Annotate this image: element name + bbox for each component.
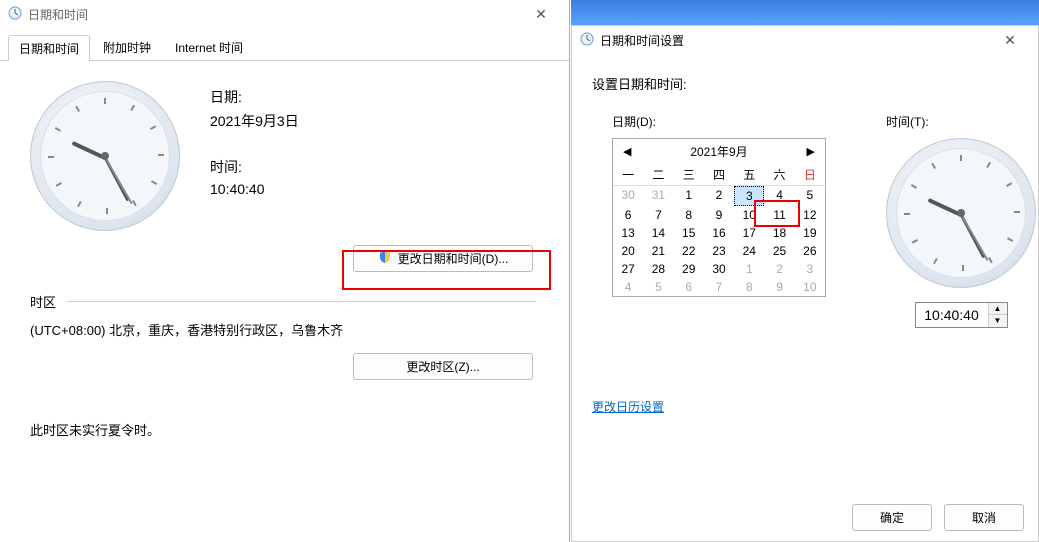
cal-weekday: 三 xyxy=(674,164,704,186)
cal-day[interactable]: 10 xyxy=(795,278,825,296)
time-picker-label: 时间(T): xyxy=(886,113,1036,130)
tabs: 日期和时间 附加时钟 Internet 时间 xyxy=(0,28,569,61)
timezone-value: (UTC+08:00) 北京，重庆，香港特别行政区，乌鲁木齐 xyxy=(30,320,539,339)
tab-internet-time[interactable]: Internet 时间 xyxy=(164,34,254,60)
cal-day[interactable]: 24 xyxy=(734,242,764,260)
cal-day[interactable]: 3 xyxy=(795,260,825,278)
cal-day[interactable]: 1 xyxy=(674,186,704,206)
cal-day[interactable]: 17 xyxy=(734,224,764,242)
cal-day[interactable]: 4 xyxy=(764,186,794,206)
cal-weekday: 六 xyxy=(764,164,794,186)
tab-content: 日期: 2021年9月3日 时间: 10:40:40 更改日期和时间(D)...… xyxy=(0,61,569,459)
settings-heading: 设置日期和时间: xyxy=(592,74,1018,93)
cal-day[interactable]: 26 xyxy=(795,242,825,260)
ok-button[interactable]: 确定 xyxy=(852,504,932,531)
dst-note: 此时区未实行夏令时。 xyxy=(30,420,539,439)
cal-day[interactable]: 16 xyxy=(704,224,734,242)
calendar: ◀ 2021年9月 ▶ 一二三四五六日 30311234567891011121… xyxy=(612,138,826,297)
divider xyxy=(67,301,536,302)
cal-day[interactable]: 2 xyxy=(764,260,794,278)
date-label: 日期: xyxy=(210,87,299,107)
cal-weekday: 四 xyxy=(704,164,734,186)
cal-day[interactable]: 22 xyxy=(674,242,704,260)
settings-close-button[interactable]: ✕ xyxy=(990,32,1030,49)
cal-day[interactable]: 18 xyxy=(764,224,794,242)
close-button[interactable]: ✕ xyxy=(521,6,561,23)
cal-day[interactable]: 1 xyxy=(734,260,764,278)
change-date-time-button[interactable]: 更改日期和时间(D)... xyxy=(353,245,533,272)
cal-day[interactable]: 9 xyxy=(764,278,794,296)
analog-clock-settings xyxy=(886,138,1036,288)
cal-day[interactable]: 28 xyxy=(643,260,673,278)
cal-day[interactable]: 9 xyxy=(704,206,734,224)
cal-day[interactable]: 23 xyxy=(704,242,734,260)
cal-day[interactable]: 13 xyxy=(613,224,643,242)
cal-day[interactable]: 20 xyxy=(613,242,643,260)
time-spin-up[interactable]: ▲ xyxy=(989,303,1007,315)
cal-weekday: 一 xyxy=(613,164,643,186)
cal-day[interactable]: 31 xyxy=(643,186,673,206)
change-calendar-settings-link[interactable]: 更改日历设置 xyxy=(592,400,664,414)
cal-day[interactable]: 2 xyxy=(704,186,734,206)
cal-day[interactable]: 6 xyxy=(613,206,643,224)
cal-day[interactable]: 8 xyxy=(674,206,704,224)
cal-day[interactable]: 21 xyxy=(643,242,673,260)
cal-day[interactable]: 19 xyxy=(795,224,825,242)
change-date-time-label: 更改日期和时间(D)... xyxy=(398,250,509,267)
cal-day[interactable]: 25 xyxy=(764,242,794,260)
time-label: 时间: xyxy=(210,157,299,177)
timezone-heading: 时区 xyxy=(30,295,56,310)
clock-app-icon xyxy=(580,32,594,49)
cal-day[interactable]: 8 xyxy=(734,278,764,296)
window-title: 日期和时间 xyxy=(28,6,521,23)
cal-day[interactable]: 27 xyxy=(613,260,643,278)
cal-day[interactable]: 15 xyxy=(674,224,704,242)
cal-day[interactable]: 7 xyxy=(643,206,673,224)
cal-day[interactable]: 10 xyxy=(734,206,764,224)
cal-month-title[interactable]: 2021年9月 xyxy=(690,143,747,160)
time-value: 10:40:40 xyxy=(210,181,299,197)
cal-day[interactable]: 12 xyxy=(795,206,825,224)
tab-datetime[interactable]: 日期和时间 xyxy=(8,35,90,61)
cal-weekday: 日 xyxy=(795,164,825,186)
cal-day[interactable]: 29 xyxy=(674,260,704,278)
time-input[interactable] xyxy=(916,303,988,327)
cal-day[interactable]: 3 xyxy=(734,186,764,206)
time-spinner[interactable]: ▲ ▼ xyxy=(915,302,1008,328)
desktop-background-strip xyxy=(571,0,1039,25)
cal-day[interactable]: 6 xyxy=(674,278,704,296)
cal-day[interactable]: 30 xyxy=(613,186,643,206)
cal-day[interactable]: 11 xyxy=(764,206,794,224)
date-time-window: 日期和时间 ✕ 日期和时间 附加时钟 Internet 时间 日期: 2021年… xyxy=(0,0,570,542)
clock-app-icon xyxy=(8,6,22,23)
tab-additional-clocks[interactable]: 附加时钟 xyxy=(92,34,162,60)
date-picker-label: 日期(D): xyxy=(612,113,826,130)
date-time-settings-dialog: 日期和时间设置 ✕ 设置日期和时间: 日期(D): ◀ 2021年9月 ▶ 一二… xyxy=(571,25,1039,542)
cal-day[interactable]: 4 xyxy=(613,278,643,296)
cancel-button[interactable]: 取消 xyxy=(944,504,1024,531)
date-value: 2021年9月3日 xyxy=(210,111,299,131)
cal-day[interactable]: 14 xyxy=(643,224,673,242)
cal-weekday: 五 xyxy=(734,164,764,186)
analog-clock xyxy=(30,81,180,231)
cal-day[interactable]: 30 xyxy=(704,260,734,278)
cal-prev-month[interactable]: ◀ xyxy=(619,145,635,158)
settings-title: 日期和时间设置 xyxy=(600,32,990,49)
change-timezone-button[interactable]: 更改时区(Z)... xyxy=(353,353,533,380)
cal-day[interactable]: 5 xyxy=(643,278,673,296)
cal-day[interactable]: 7 xyxy=(704,278,734,296)
time-spin-down[interactable]: ▼ xyxy=(989,315,1007,327)
shield-icon xyxy=(378,250,392,267)
cal-day[interactable]: 5 xyxy=(795,186,825,206)
titlebar: 日期和时间 ✕ xyxy=(0,0,569,28)
cal-weekday: 二 xyxy=(643,164,673,186)
settings-titlebar: 日期和时间设置 ✕ xyxy=(572,26,1038,54)
cal-next-month[interactable]: ▶ xyxy=(803,145,819,158)
